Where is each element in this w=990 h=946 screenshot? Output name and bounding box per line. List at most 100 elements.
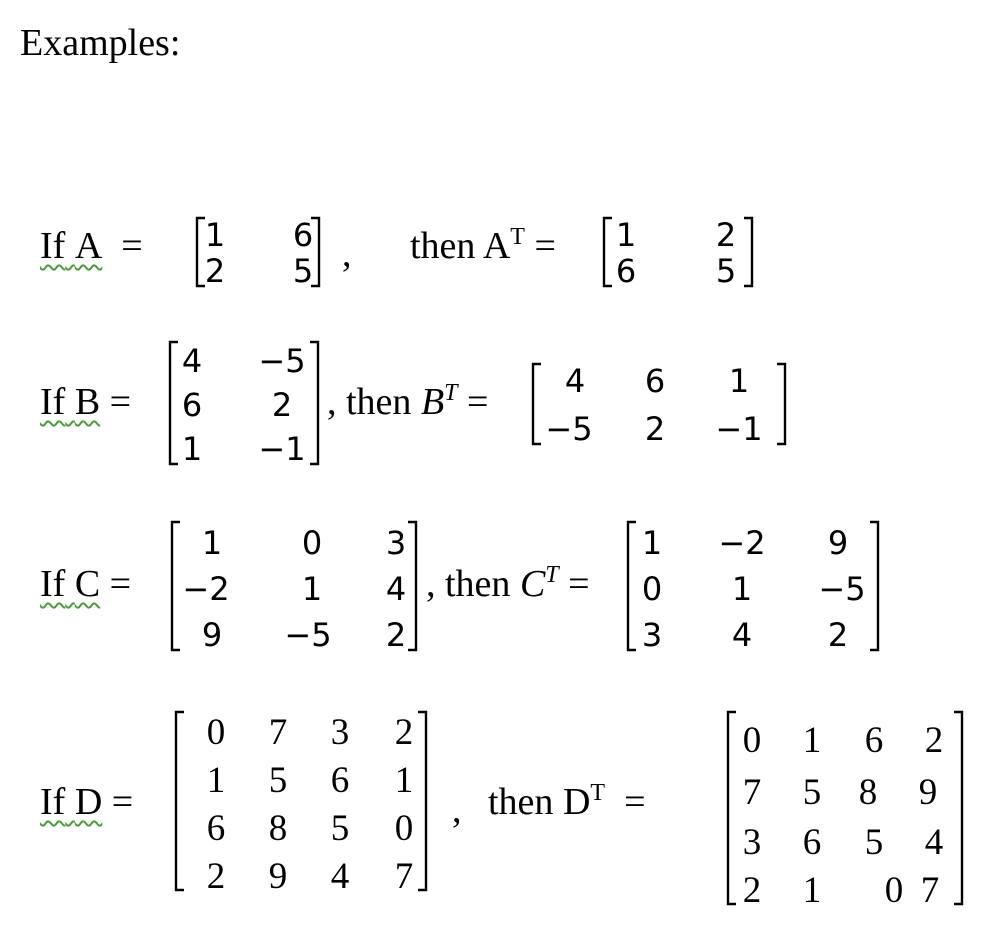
matrix-cell: 7: [269, 712, 288, 753]
left-bracket: [726, 710, 736, 906]
left-bracket: [195, 216, 205, 288]
matrix-cell: 6: [616, 252, 636, 290]
right-bracket: [870, 520, 880, 652]
equals-sign: =: [109, 563, 132, 605]
matrix-cell: 1: [803, 720, 822, 761]
matrix-cell: 2: [743, 870, 762, 911]
matrix-cell: 6: [293, 216, 313, 254]
matrix-cell: 8: [859, 772, 878, 813]
left-bracket: [170, 520, 180, 652]
matrix-cell: 7: [395, 856, 414, 897]
matrix-cell: 5: [803, 772, 822, 813]
matrix-cell: 3: [743, 822, 762, 863]
matrix-cell: 2: [386, 616, 406, 654]
comma: ,: [452, 789, 462, 831]
equals-sign: =: [121, 225, 143, 267]
left-bracket: [531, 362, 541, 446]
matrix-cell: 4: [331, 856, 350, 897]
matrix-a: 1 6 2 5: [195, 216, 321, 290]
matrix-cell: 1: [395, 760, 414, 801]
matrix-b-transpose: 4 6 1 −5 2 −1: [531, 362, 787, 448]
example-d-then: then DT =: [488, 780, 646, 823]
matrix-cell: 6: [331, 760, 350, 801]
matrix-a-transpose: 1 2 6 5: [602, 216, 754, 290]
matrix-cell: 5: [716, 252, 736, 290]
example-b-label: If B =: [40, 380, 131, 424]
matrix-b: 4 −5 6 2 1 −1: [168, 340, 320, 468]
matrix-cell: 9: [919, 772, 938, 813]
matrix-cell: 1: [182, 430, 202, 468]
if-keyword: If B: [40, 381, 101, 423]
matrix-cell: 9: [828, 524, 848, 562]
left-bracket: [174, 710, 184, 892]
matrix-cell: 6: [803, 822, 822, 863]
if-keyword: If D: [40, 781, 103, 823]
examples-heading: Examples:: [20, 22, 181, 64]
matrix-cell: 2: [716, 216, 736, 254]
matrix-cell: 0: [885, 870, 904, 911]
matrix-cell: 2: [395, 712, 414, 753]
matrix-cell: −2: [718, 524, 765, 562]
matrix-cell: 1: [302, 570, 322, 608]
matrix-cell: 2: [645, 410, 665, 448]
equals-sign: =: [109, 381, 132, 423]
matrix-cell: 6: [865, 720, 884, 761]
matrix-cell: 0: [302, 524, 322, 562]
example-c-then: , then CT =: [426, 562, 590, 605]
matrix-cell: 3: [642, 616, 662, 654]
left-bracket: [602, 216, 612, 288]
matrix-cell: 3: [331, 712, 350, 753]
matrix-cell: 2: [925, 720, 944, 761]
matrix-cell: 9: [202, 616, 222, 654]
left-bracket: [626, 520, 636, 652]
matrix-cell: 2: [272, 386, 292, 424]
right-bracket: [310, 340, 320, 466]
matrix-cell: 1: [616, 216, 636, 254]
matrix-cell: 6: [182, 386, 202, 424]
example-a-then: then AT =: [410, 224, 556, 267]
matrix-cell: 5: [331, 808, 350, 849]
matrix-cell: 9: [269, 856, 288, 897]
matrix-cell: 2: [207, 856, 226, 897]
right-bracket: [744, 216, 754, 288]
matrix-cell: −5: [545, 410, 592, 448]
matrix-cell: 4: [565, 362, 585, 400]
right-bracket: [418, 710, 428, 892]
matrix-cell: 6: [645, 362, 665, 400]
matrix-cell: 1: [732, 570, 752, 608]
left-bracket: [168, 340, 178, 466]
matrix-c-transpose: 1 −2 9 0 1 −5 3 4 2: [626, 520, 880, 654]
matrix-cell: 1: [803, 870, 822, 911]
matrix-d-transpose: 0 1 6 2 7 5 8 9 3 6 5 4 2 1 0 7: [726, 710, 964, 911]
matrix-cell: 1: [205, 216, 225, 254]
matrix-cell: 4: [925, 822, 944, 863]
matrix-cell: −5: [258, 342, 305, 380]
matrix-cell: 1: [202, 524, 222, 562]
matrix-cell: 2: [205, 252, 225, 290]
matrix-cell: −5: [818, 570, 865, 608]
matrix-c: 1 0 3 −2 1 4 9 −5 2: [170, 520, 418, 654]
matrix-cell: 0: [642, 570, 662, 608]
matrix-cell: 0: [743, 720, 762, 761]
if-keyword: If A: [40, 225, 103, 267]
matrix-cell: −5: [284, 616, 331, 654]
example-a-label: If A =: [40, 224, 143, 268]
right-bracket: [777, 362, 787, 446]
matrix-cell: 6: [207, 808, 226, 849]
matrix-cell: 7: [921, 870, 940, 911]
matrix-cell: 5: [865, 822, 884, 863]
matrix-cell: 4: [182, 342, 202, 380]
equals-sign: =: [111, 781, 134, 823]
if-keyword: If C: [40, 563, 101, 605]
matrix-cell: 5: [293, 252, 313, 290]
matrix-cell: 2: [828, 616, 848, 654]
matrix-cell: 7: [743, 772, 762, 813]
matrix-cell: 4: [732, 616, 752, 654]
matrix-cell: 3: [386, 524, 406, 562]
comma: ,: [342, 233, 352, 275]
matrix-cell: −1: [715, 410, 762, 448]
matrix-cell: −1: [258, 430, 305, 468]
matrix-cell: 8: [269, 808, 288, 849]
matrix-d: 0 7 3 2 1 5 6 1 6 8 5 0 2 9 4 7: [174, 710, 428, 897]
matrix-cell: 1: [642, 524, 662, 562]
